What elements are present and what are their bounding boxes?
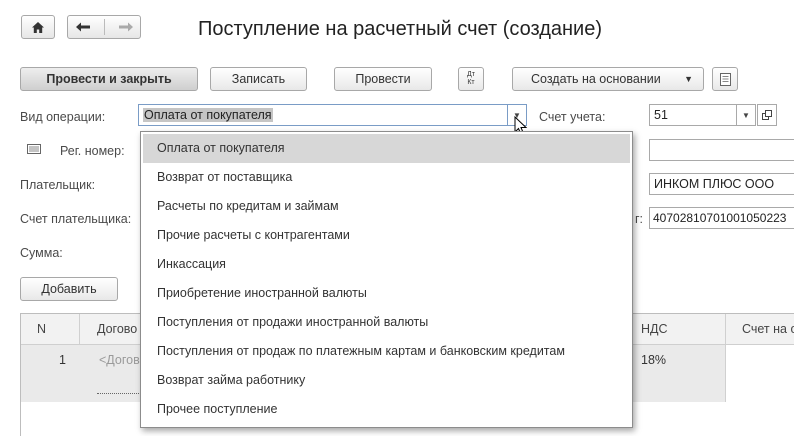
create-based-on-button[interactable]: Создать на основании ▼ (512, 67, 704, 91)
dropdown-item[interactable]: Инкассация (141, 250, 632, 279)
payer-label: Плательщик: (20, 178, 96, 192)
row-contract-underline (97, 393, 141, 394)
forward-button[interactable] (118, 21, 134, 33)
amount-label: Сумма: (20, 246, 63, 260)
reg-number-label: Рег. номер: (60, 144, 125, 158)
create-based-on-label: Создать на основании (531, 72, 661, 86)
dropdown-item[interactable]: Расчеты по кредитам и займам (141, 192, 632, 221)
row-account-cell[interactable] (725, 345, 794, 402)
arrow-left-icon (75, 22, 90, 32)
organization-field[interactable]: ИНКОМ ПЛЮС ООО (649, 173, 794, 195)
dropdown-item[interactable]: Прочие расчеты с контрагентами (141, 221, 632, 250)
chevron-down-icon: ▼ (742, 110, 750, 120)
back-button[interactable] (75, 21, 91, 33)
operation-type-label: Вид операции: (20, 110, 106, 124)
document-icon (719, 72, 731, 86)
account-field[interactable]: 51 (649, 104, 737, 126)
divider (79, 314, 80, 344)
home-icon (32, 21, 44, 33)
row-contract-cell[interactable] (80, 345, 96, 402)
bank-account-label: г: (635, 212, 644, 226)
dropdown-item[interactable]: Возврат займа работнику (141, 366, 632, 395)
operation-type-value: Оплата от покупателя (143, 108, 273, 122)
chevron-down-icon: ▼ (684, 74, 693, 84)
column-account-header[interactable]: Счет на о (742, 314, 794, 344)
column-n-header[interactable]: N (37, 314, 46, 344)
payer-account-label: Счет плательщика: (20, 212, 132, 226)
dropdown-item[interactable]: Оплата от покупателя (143, 134, 630, 163)
account-label: Счет учета: (539, 110, 606, 124)
divider (103, 19, 105, 35)
column-contract-header[interactable]: Догово (97, 314, 137, 344)
list-icon (27, 144, 41, 154)
dropdown-item[interactable]: Поступления от продаж по платежным карта… (141, 337, 632, 366)
dropdown-item[interactable]: Приобретение иностранной валюты (141, 279, 632, 308)
account-dropdown-button[interactable]: ▼ (736, 104, 756, 126)
post-button[interactable]: Провести (334, 67, 432, 91)
account-open-button[interactable] (757, 104, 777, 126)
add-button[interactable]: Добавить (20, 277, 118, 301)
divider (725, 314, 726, 344)
column-vat-header[interactable]: НДС (641, 314, 668, 344)
arrow-right-icon (118, 22, 133, 32)
dt-kt-button[interactable]: Дт Кт (458, 67, 484, 91)
kt-label: Кт (467, 79, 475, 86)
back-forward-group (67, 15, 141, 39)
operation-type-field[interactable]: Оплата от покупателя (138, 104, 508, 126)
dropdown-item[interactable]: Прочее поступление (141, 395, 632, 424)
save-button[interactable]: Записать (210, 67, 307, 91)
row-vat-cell: 18% (641, 353, 667, 367)
page-title: Поступление на расчетный счет (создание) (198, 18, 603, 40)
dropdown-item[interactable]: Возврат от поставщика (141, 163, 632, 192)
operation-type-dropdown-list: Оплата от покупателя Возврат от поставщи… (140, 131, 633, 428)
home-button[interactable] (21, 15, 55, 39)
dt-label: Дт (467, 71, 475, 78)
dropdown-item[interactable]: Поступления от продажи иностранной валют… (141, 308, 632, 337)
row-number: 1 (59, 353, 66, 367)
post-and-close-button[interactable]: Провести и закрыть (20, 67, 198, 91)
row-contract-value: <Догов (99, 353, 140, 367)
bank-account-field[interactable]: 40702810701001050223 (649, 207, 794, 229)
reg-number-field[interactable] (649, 139, 794, 161)
report-button[interactable] (712, 67, 738, 91)
open-window-icon (762, 110, 772, 120)
